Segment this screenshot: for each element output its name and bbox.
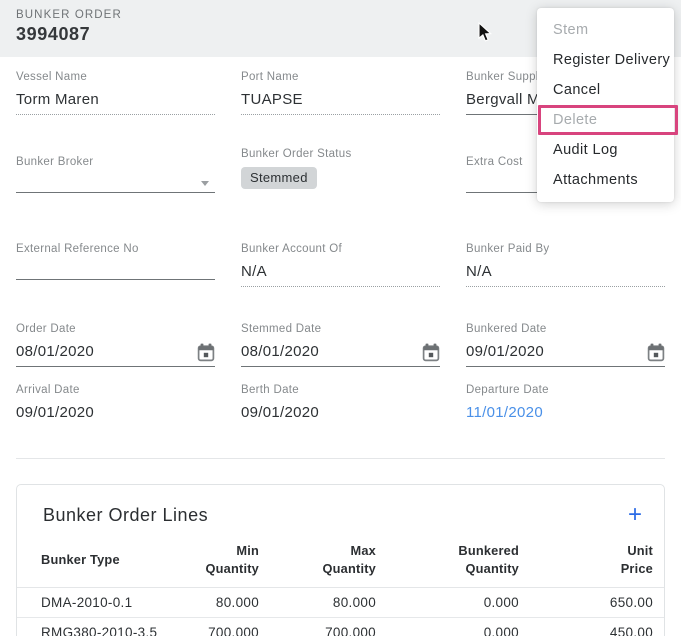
col-header-max-quantity: Max Quantity <box>259 542 376 578</box>
cell-unit-price: 650.00 <box>519 595 653 610</box>
bunkered-date-input[interactable]: 09/01/2020 <box>466 342 665 367</box>
field-external-reference: External Reference No <box>16 242 215 287</box>
table-row[interactable]: DMA-2010-0.1 80.000 80.000 0.000 650.00 <box>17 588 664 618</box>
chevron-down-icon[interactable] <box>201 181 209 186</box>
bunker-broker-select[interactable] <box>16 179 215 193</box>
col-header-unit-price: Unit Price <box>519 542 653 578</box>
field-bunker-broker: Bunker Broker <box>16 147 215 193</box>
card-title: Bunker Order Lines <box>43 505 208 526</box>
cell-bunkered-quantity: 0.000 <box>376 625 519 636</box>
cell-min-quantity: 700.000 <box>171 625 259 636</box>
field-arrival-date: Arrival Date 09/01/2020 <box>16 383 215 428</box>
cell-bunker-type: DMA-2010-0.1 <box>41 595 171 610</box>
cell-bunkered-quantity: 0.000 <box>376 595 519 610</box>
bunkered-date-value: 09/01/2020 <box>466 342 544 362</box>
field-bunker-paid-by: Bunker Paid By N/A <box>466 242 665 287</box>
berth-date-value: 09/01/2020 <box>241 403 440 428</box>
card-header: Bunker Order Lines + <box>17 485 664 526</box>
menu-item-stem[interactable]: Stem <box>537 15 674 45</box>
col-header-bunker-type: Bunker Type <box>41 551 171 569</box>
field-bunker-order-status: Bunker Order Status Stemmed <box>241 147 440 193</box>
bunker-account-of-input[interactable]: N/A <box>241 262 440 287</box>
calendar-icon[interactable] <box>647 343 665 362</box>
field-stemmed-date: Stemmed Date 08/01/2020 <box>241 322 440 367</box>
field-bunkered-date: Bunkered Date 09/01/2020 <box>466 322 665 367</box>
menu-item-delete delete-highlight-ring[interactable]: Delete <box>538 105 678 135</box>
field-port-name: Port Name TUAPSE <box>241 70 440 115</box>
stemmed-date-value: 08/01/2020 <box>241 342 319 362</box>
arrival-date-value: 09/01/2020 <box>16 403 215 428</box>
menu-item-register-delivery[interactable]: Register Delivery <box>537 45 674 75</box>
calendar-icon[interactable] <box>422 343 440 362</box>
field-bunker-account-of: Bunker Account Of N/A <box>241 242 440 287</box>
field-order-date: Order Date 08/01/2020 <box>16 322 215 367</box>
field-label: Departure Date <box>466 383 665 397</box>
cell-unit-price: 450.00 <box>519 625 653 636</box>
cell-max-quantity: 80.000 <box>259 595 376 610</box>
stemmed-date-input[interactable]: 08/01/2020 <box>241 342 440 367</box>
field-label: Bunker Account Of <box>241 242 440 256</box>
add-line-button plus-icon[interactable]: + <box>628 504 642 526</box>
section-divider <box>16 458 665 459</box>
order-date-value: 08/01/2020 <box>16 342 94 362</box>
order-lines-table: Bunker Type Min Quantity Max Quantity Bu… <box>17 542 664 636</box>
external-reference-input[interactable] <box>16 266 215 280</box>
bunker-paid-by-input[interactable]: N/A <box>466 262 665 287</box>
cell-bunker-type: RMG380-2010-3.5 <box>41 625 171 636</box>
field-label: Bunker Order Status <box>241 147 440 161</box>
bunker-order-lines-card: Bunker Order Lines + Bunker Type Min Qua… <box>16 484 665 636</box>
field-berth-date: Berth Date 09/01/2020 <box>241 383 440 428</box>
order-actions-menu: Stem Register Delivery Cancel Delete Aud… <box>537 8 674 202</box>
port-name-input[interactable]: TUAPSE <box>241 90 440 115</box>
field-label: Bunker Paid By <box>466 242 665 256</box>
field-label: External Reference No <box>16 242 215 256</box>
field-label: Bunkered Date <box>466 322 665 336</box>
field-label: Bunker Broker <box>16 155 215 169</box>
field-label: Arrival Date <box>16 383 215 397</box>
form-row-3: External Reference No Bunker Account Of … <box>0 242 681 287</box>
col-header-bunkered-quantity: Bunkered Quantity <box>376 542 519 578</box>
field-label: Berth Date <box>241 383 440 397</box>
field-label: Order Date <box>16 322 215 336</box>
field-departure-date: Departure Date 11/01/2020 <box>466 383 665 428</box>
departure-date-link[interactable]: 11/01/2020 <box>466 403 665 428</box>
menu-item-attachments[interactable]: Attachments <box>537 165 674 195</box>
field-label: Vessel Name <box>16 70 215 84</box>
menu-item-cancel[interactable]: Cancel <box>537 75 674 105</box>
field-label: Port Name <box>241 70 440 84</box>
cell-min-quantity: 80.000 <box>171 595 259 610</box>
col-header-min-quantity: Min Quantity <box>171 542 259 578</box>
field-vessel-name: Vessel Name Torm Maren <box>16 70 215 115</box>
menu-item-audit-log[interactable]: Audit Log <box>537 135 674 165</box>
form-row-4: Order Date 08/01/2020 Stemmed Date 08/01… <box>0 322 681 367</box>
order-date-input[interactable]: 08/01/2020 <box>16 342 215 367</box>
field-label: Stemmed Date <box>241 322 440 336</box>
calendar-icon[interactable] <box>197 343 215 362</box>
table-header-row: Bunker Type Min Quantity Max Quantity Bu… <box>17 542 664 588</box>
table-row[interactable]: RMG380-2010-3.5 700.000 700.000 0.000 45… <box>17 618 664 636</box>
form-row-5: Arrival Date 09/01/2020 Berth Date 09/01… <box>0 383 681 428</box>
status-badge: Stemmed <box>241 167 317 189</box>
cell-max-quantity: 700.000 <box>259 625 376 636</box>
vessel-name-input[interactable]: Torm Maren <box>16 90 215 115</box>
